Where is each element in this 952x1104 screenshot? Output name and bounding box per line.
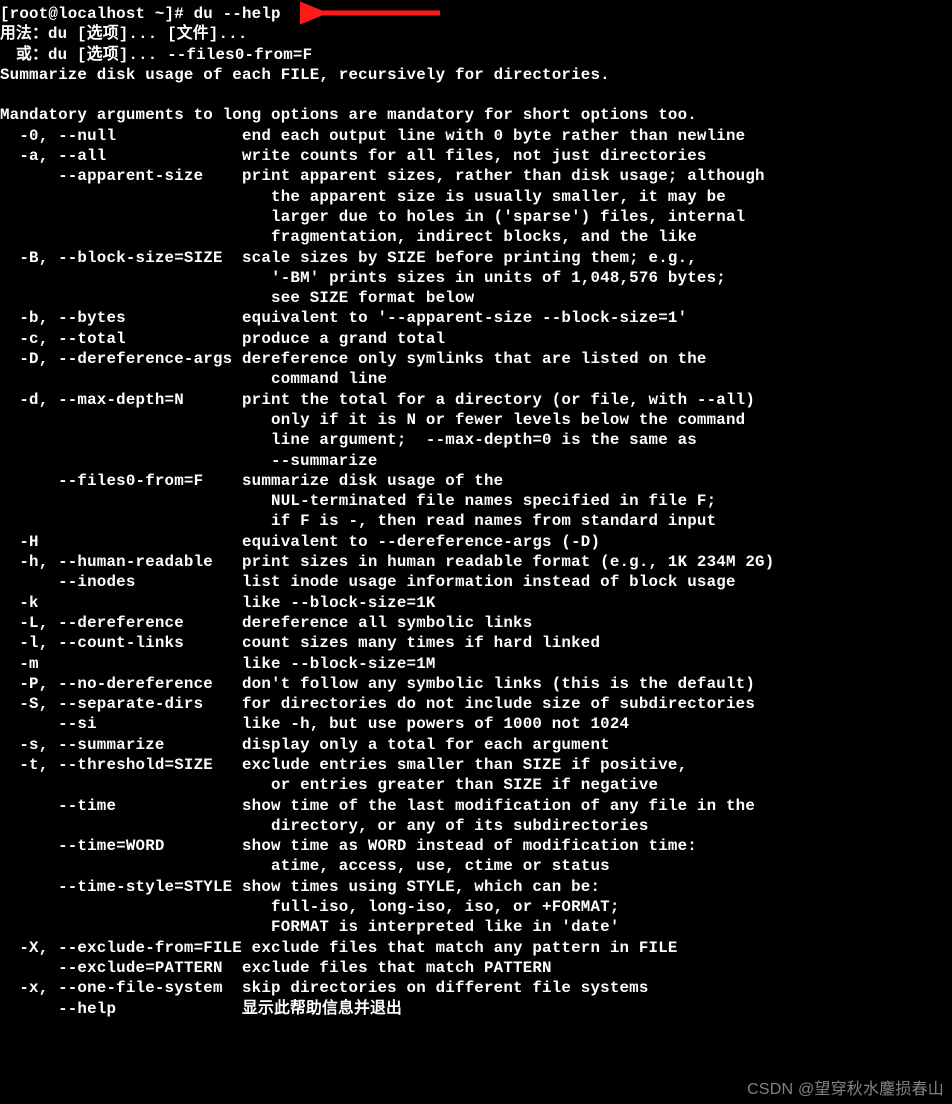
watermark-text: CSDN @望穿秋水鏖损春山 bbox=[747, 1080, 944, 1100]
terminal-output: [root@localhost ~]# du --help 用法：du [选项]… bbox=[0, 0, 952, 1019]
